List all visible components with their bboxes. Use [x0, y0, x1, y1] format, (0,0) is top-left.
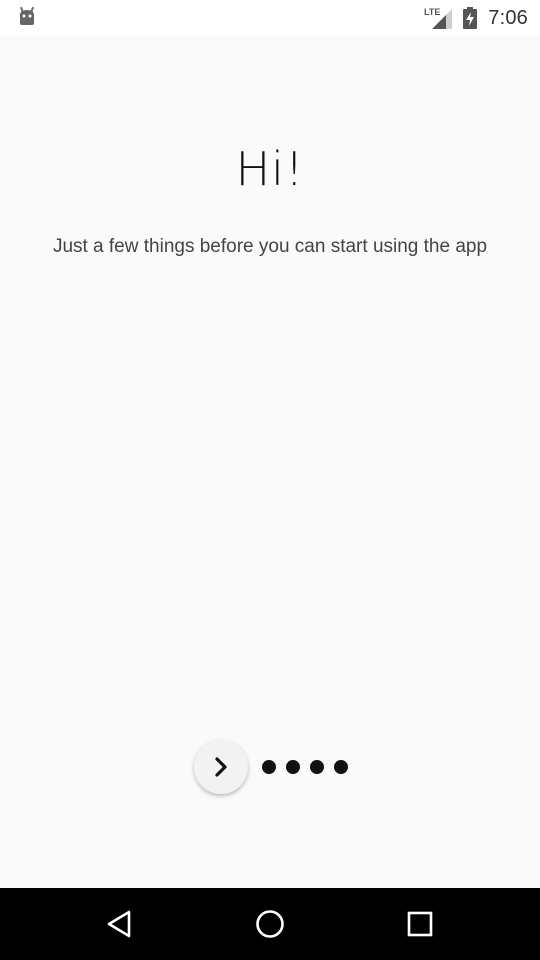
back-icon — [107, 910, 131, 938]
recents-button[interactable] — [402, 906, 438, 942]
chevron-right-icon — [215, 757, 227, 777]
pager-controls — [194, 740, 364, 796]
battery-charging-icon — [463, 7, 478, 29]
home-button[interactable] — [252, 906, 288, 942]
lte-signal-icon: LTE — [424, 7, 453, 29]
page-indicator — [262, 760, 348, 774]
page-dot[interactable] — [286, 760, 300, 774]
page-dot[interactable] — [310, 760, 324, 774]
status-bar: LTE 7:06 — [0, 0, 540, 36]
status-clock: 7:06 — [488, 6, 528, 29]
page-dot[interactable] — [334, 760, 348, 774]
status-icons: LTE 7:06 — [424, 5, 528, 31]
navigation-bar — [0, 888, 540, 960]
intro-content: Hi! Just a few things before you can sta… — [0, 36, 540, 888]
recents-icon — [407, 911, 433, 937]
page-subtitle: Just a few things before you can start u… — [52, 236, 488, 257]
next-button[interactable] — [194, 740, 248, 794]
back-button[interactable] — [102, 906, 138, 942]
svg-text:LTE: LTE — [424, 7, 440, 17]
android-debug-icon — [20, 6, 34, 25]
page-dot[interactable] — [262, 760, 276, 774]
onboarding-screen: LTE 7:06 Hi! Just a few things before yo… — [0, 0, 540, 960]
home-icon — [256, 910, 284, 938]
page-title: Hi! — [235, 142, 305, 196]
